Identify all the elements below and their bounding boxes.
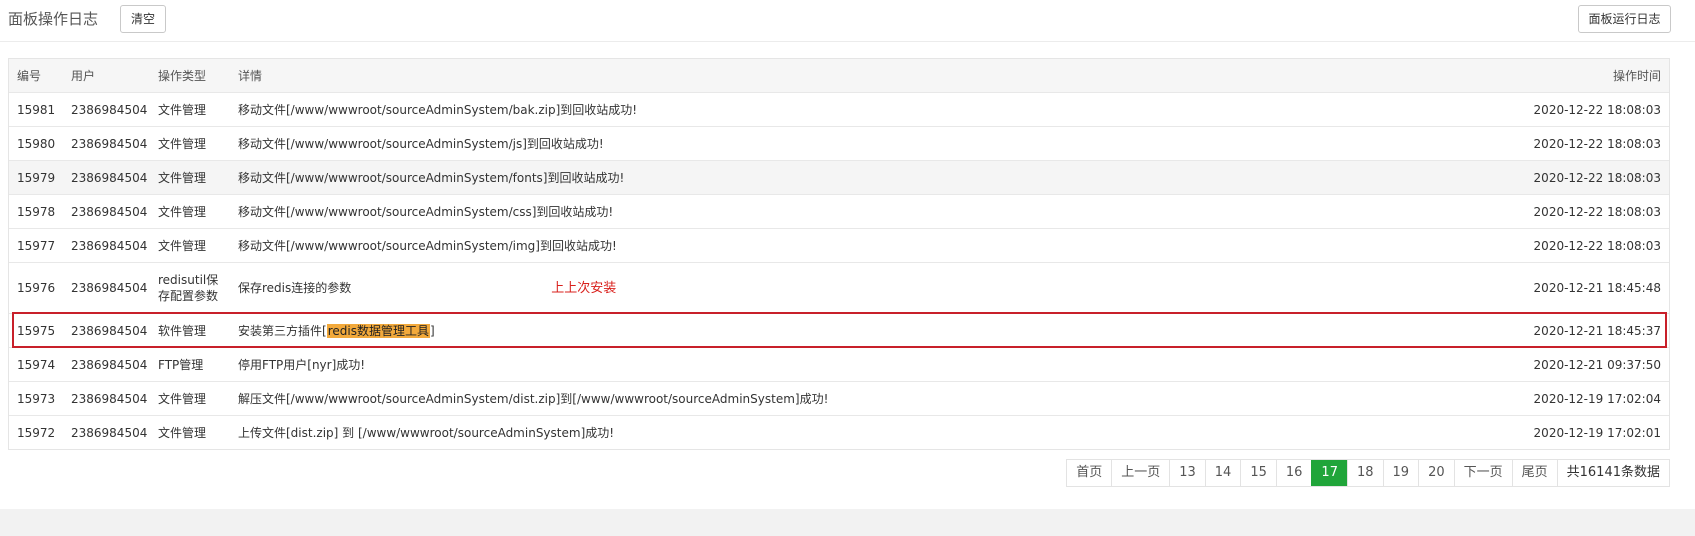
cell-time: 2020-12-21 09:37:50 [1509,347,1669,382]
column-header-type: 操作类型 [150,59,230,93]
column-header-detail: 详情 [230,59,1509,93]
cell-id: 15978 [9,194,63,229]
cell-user: 2386984504 [63,381,150,416]
cell-detail-text: 保存redis连接的参数 [238,280,352,295]
cell-type-text: redisutil保存配置参数 [158,273,219,303]
pagination-page[interactable]: 20 [1418,460,1454,486]
cell-user: 2386984504 [63,347,150,382]
cell-detail: 移动文件[/www/wwwroot/sourceAdminSystem/js]到… [230,126,1509,161]
cell-time: 2020-12-22 18:08:03 [1509,92,1669,127]
table-row: 15974 2386984504 FTP管理 停用FTP用户[nyr]成功! 2… [9,347,1669,382]
cell-time: 2020-12-22 18:08:03 [1509,194,1669,229]
pagination-page[interactable]: 13 [1169,460,1205,486]
cell-time: 2020-12-22 18:08:03 [1509,160,1669,195]
log-table: 编号 用户 操作类型 详情 操作时间 15981 2386984504 文件管理… [9,59,1669,449]
cell-user: 2386984504 [63,92,150,127]
cell-id: 15980 [9,126,63,161]
cell-id: 15973 [9,381,63,416]
cell-type: 文件管理 [150,92,230,127]
cell-time: 2020-12-19 17:02:01 [1533,425,1661,440]
cell-id: 15975 [9,313,63,348]
table-row: 15973 2386984504 文件管理 解压文件[/www/wwwroot/… [9,381,1669,416]
cell-id: 15976 [9,262,63,314]
pagination-page[interactable]: 14 [1204,460,1241,486]
cell-user: 2386984504 [63,194,150,229]
cell-id: 15972 [17,425,56,440]
table-row: 15977 2386984504 文件管理 移动文件[/www/wwwroot/… [9,228,1669,263]
pagination-last[interactable]: 尾页 [1511,460,1557,486]
pagination-page[interactable]: 15 [1240,460,1276,486]
cell-type: 文件管理 [150,228,230,263]
cell-detail: 停用FTP用户[nyr]成功! [230,347,1509,382]
cell-detail: 上传文件[dist.zip] 到 [/www/wwwroot/sourceAdm… [238,426,615,440]
cell-id: 15977 [9,228,63,263]
cell-time: 2020-12-19 17:02:04 [1509,381,1669,416]
cell-detail: 保存redis连接的参数 上上次安装 [230,262,1509,314]
pagination: 首页 上一页 13 14 15 16 17 18 19 20 下一页 尾页 共1… [1066,459,1670,487]
cell-detail: 移动文件[/www/wwwroot/sourceAdminSystem/img]… [230,228,1509,263]
cell-detail: 移动文件[/www/wwwroot/sourceAdminSystem/css]… [230,194,1509,229]
cell-detail: 移动文件[/www/wwwroot/sourceAdminSystem/bak.… [230,92,1509,127]
cell-type: FTP管理 [150,347,230,382]
cell-id: 15981 [9,92,63,127]
cell-time: 2020-12-22 18:08:03 [1509,126,1669,161]
cell-id: 15974 [9,347,63,382]
panel-run-log-button[interactable]: 面板运行日志 [1578,5,1671,33]
pagination-total: 共16141条数据 [1556,460,1669,486]
cell-detail: 安装第三方插件[redis数据管理工具] [230,313,1509,348]
annotation-label: 上上次安装 [551,280,617,296]
pagination-page-current[interactable]: 17 [1311,460,1347,486]
cell-type: redisutil保存配置参数 [150,262,230,314]
cell-user: 2386984504 [63,228,150,263]
table-row-highlighted: 15975 2386984504 软件管理 安装第三方插件[redis数据管理工… [9,313,1669,348]
cell-user: 2386984504 [71,425,148,440]
pagination-page[interactable]: 18 [1346,460,1383,486]
detail-suffix: ] [429,324,435,338]
table-row: 15980 2386984504 文件管理 移动文件[/www/wwwroot/… [9,126,1669,161]
plugin-name-highlight: redis数据管理工具 [326,324,430,338]
cell-type: 文件管理 [150,126,230,161]
cell-detail: 解压文件[/www/wwwroot/sourceAdminSystem/dist… [230,381,1509,416]
cell-time: 2020-12-22 18:08:03 [1509,228,1669,263]
cell-user: 2386984504 [63,160,150,195]
cell-detail: 移动文件[/www/wwwroot/sourceAdminSystem/font… [230,160,1509,195]
table-row: 15978 2386984504 文件管理 移动文件[/www/wwwroot/… [9,194,1669,229]
pagination-page[interactable]: 16 [1275,460,1312,486]
log-panel: 面板操作日志 清空 面板运行日志 编号 用户 操作类型 详情 操作时间 1598… [0,0,1695,509]
pagination-prev[interactable]: 上一页 [1111,460,1170,486]
panel-header: 面板操作日志 清空 面板运行日志 [0,0,1695,42]
column-header-user: 用户 [63,59,150,93]
cell-type: 软件管理 [150,313,230,348]
cell-type: 文件管理 [150,160,230,195]
cell-user: 2386984504 [63,313,150,348]
column-header-id: 编号 [9,59,63,93]
log-table-container: 编号 用户 操作类型 详情 操作时间 15981 2386984504 文件管理… [8,58,1670,450]
cell-type: 文件管理 [150,194,230,229]
pagination-page[interactable]: 19 [1382,460,1419,486]
cell-time: 2020-12-21 18:45:48 [1509,262,1669,314]
table-header-row: 编号 用户 操作类型 详情 操作时间 [9,59,1669,93]
table-row: 15972 2386984504 文件管理 上传文件[dist.zip] 到 [… [9,416,1669,450]
cell-type: 文件管理 [150,381,230,416]
cell-user: 2386984504 [63,126,150,161]
table-row: 15976 2386984504 redisutil保存配置参数 保存redis… [9,262,1669,314]
pagination-first[interactable]: 首页 [1067,460,1112,486]
column-header-time: 操作时间 [1509,59,1669,93]
detail-prefix: 安装第三方插件[ [238,324,327,338]
pagination-next[interactable]: 下一页 [1453,460,1512,486]
cell-id: 15979 [9,160,63,195]
table-row: 15981 2386984504 文件管理 移动文件[/www/wwwroot/… [9,92,1669,127]
clear-button[interactable]: 清空 [120,5,166,33]
cell-user: 2386984504 [63,262,150,314]
cell-time: 2020-12-21 18:45:37 [1509,313,1669,348]
cell-type: 文件管理 [158,426,207,440]
table-row: 15979 2386984504 文件管理 移动文件[/www/wwwroot/… [9,160,1669,195]
page-title: 面板操作日志 [8,10,99,28]
